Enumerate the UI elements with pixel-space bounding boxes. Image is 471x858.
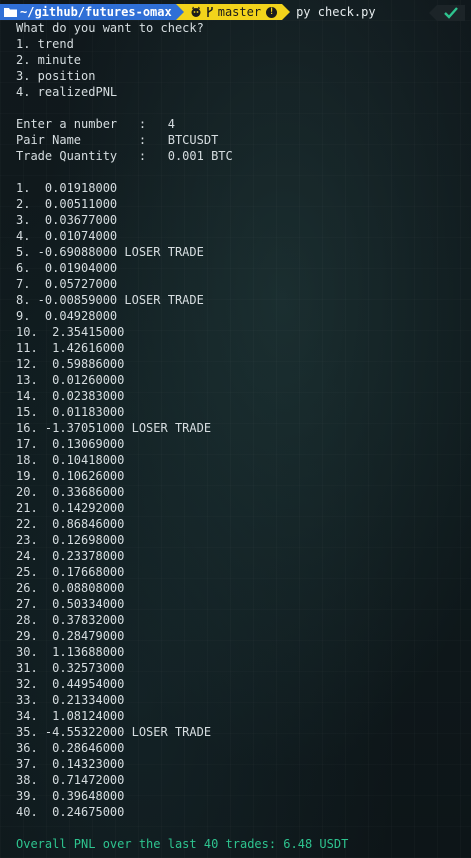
prompt-path: ~/github/futures-omax [20, 5, 172, 19]
trade-line: 9. 0.04928000 [16, 309, 118, 323]
trade-line: 11. 1.42616000 [16, 341, 125, 355]
trade-line: 22. 0.86846000 [16, 517, 125, 531]
input-value: BTCUSDT [167, 133, 219, 147]
folder-icon [4, 8, 17, 17]
trade-line: 3. 0.03677000 [16, 213, 118, 227]
trade-line: 6. 0.01904000 [16, 261, 118, 275]
checkmark-icon [444, 7, 458, 19]
menu-option: 2. minute [16, 53, 82, 67]
input-label: Trade Quantity : [16, 149, 168, 163]
github-icon [191, 6, 201, 17]
trade-line: 16. -1.37051000 LOSER TRADE [16, 421, 212, 435]
trade-line: 24. 0.23378000 [16, 549, 125, 563]
overall-pnl-summary: Overall PNL over the last 40 trades: 6.4… [16, 837, 349, 851]
warning-icon: ! [266, 6, 278, 18]
exit-status-badge [429, 5, 465, 21]
trade-line: 35. -4.55322000 LOSER TRADE [16, 725, 212, 739]
trade-line: 38. 0.71472000 [16, 773, 125, 787]
trade-line: 8. -0.00859000 LOSER TRADE [16, 293, 204, 307]
prompt-git-segment: master ! [183, 4, 283, 20]
trade-line: 30. 1.13688000 [16, 645, 125, 659]
trade-line: 32. 0.44954000 [16, 677, 125, 691]
trade-line: 14. 0.02383000 [16, 389, 125, 403]
branch-icon [206, 7, 213, 17]
trade-line: 15. 0.01183000 [16, 405, 125, 419]
trade-line: 5. -0.69088000 LOSER TRADE [16, 245, 204, 259]
trade-line: 4. 0.01074000 [16, 229, 118, 243]
trade-line: 40. 0.24675000 [16, 805, 125, 819]
menu-option: 4. realizedPNL [16, 85, 118, 99]
input-label: Pair Name : [16, 133, 168, 147]
trade-line: 27. 0.50334000 [16, 597, 125, 611]
input-line: Pair Name : BTCUSDT [16, 132, 348, 148]
command-text: py check.py [296, 5, 376, 19]
powerline-separator [175, 4, 184, 20]
trade-line: 17. 0.13069000 [16, 437, 125, 451]
shell-prompt: ~/github/futures-omax master ! py check.… [0, 3, 471, 21]
terminal-window[interactable]: ~/github/futures-omax master ! py check.… [0, 0, 471, 858]
trade-line: 31. 0.32573000 [16, 661, 125, 675]
terminal-output: What do you want to check? 1. trend 2. m… [16, 20, 348, 852]
question-line: What do you want to check? [16, 21, 204, 35]
menu-option: 3. position [16, 69, 96, 83]
trade-line: 36. 0.28646000 [16, 741, 125, 755]
input-value: 0.001 BTC [167, 149, 233, 163]
prompt-path-segment: ~/github/futures-omax [0, 4, 176, 20]
trade-line: 29. 0.28479000 [16, 629, 125, 643]
trade-line: 33. 0.21334000 [16, 693, 125, 707]
trade-line: 34. 1.08124000 [16, 709, 125, 723]
menu-option: 1. trend [16, 37, 74, 51]
input-line: Enter a number : 4 [16, 116, 348, 132]
trade-line: 1. 0.01918000 [16, 181, 118, 195]
trade-line: 12. 0.59886000 [16, 357, 125, 371]
input-line: Trade Quantity : 0.001 BTC [16, 148, 348, 164]
trade-line: 20. 0.33686000 [16, 485, 125, 499]
trade-line: 18. 0.10418000 [16, 453, 125, 467]
input-value: 4 [167, 117, 175, 131]
trade-line: 37. 0.14323000 [16, 757, 125, 771]
trade-line: 21. 0.14292000 [16, 501, 125, 515]
git-branch: master [217, 5, 262, 19]
trade-line: 39. 0.39648000 [16, 789, 125, 803]
trade-line: 26. 0.08808000 [16, 581, 125, 595]
trade-line: 28. 0.37832000 [16, 613, 125, 627]
powerline-separator-end [282, 4, 291, 20]
input-label: Enter a number : [16, 117, 168, 131]
trade-line: 23. 0.12698000 [16, 533, 125, 547]
trade-line: 19. 0.10626000 [16, 469, 125, 483]
trade-line: 10. 2.35415000 [16, 325, 125, 339]
trade-line: 13. 0.01260000 [16, 373, 125, 387]
trade-line: 7. 0.05727000 [16, 277, 118, 291]
trade-line: 2. 0.00511000 [16, 197, 118, 211]
trade-line: 25. 0.17668000 [16, 565, 125, 579]
